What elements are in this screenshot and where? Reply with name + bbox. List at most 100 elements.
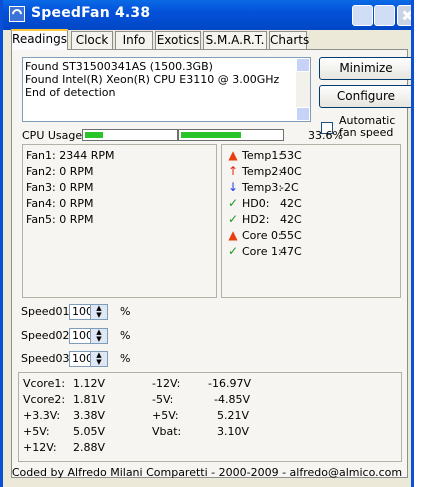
minimize-window-button[interactable] — [352, 5, 373, 26]
voltage-label: +5V: — [152, 409, 179, 422]
speed02-label: Speed02: — [21, 329, 74, 342]
temp-row: ✓ Core 1: 47C — [222, 245, 400, 259]
log-line: End of detection — [25, 86, 116, 99]
speed03-label: Speed03: — [21, 352, 74, 365]
voltage-label: -5V: — [152, 393, 174, 406]
temp-row: ✓ HD2: 42C — [222, 213, 400, 227]
fan-label: Fan5: — [26, 213, 56, 226]
cpu-usage-label: CPU Usage — [22, 129, 83, 142]
voltage-value: 2.88V — [73, 441, 106, 454]
desktop-edge — [414, 0, 422, 487]
fan-label: Fan3: — [26, 181, 56, 194]
automatic-fan-speed-label: Automatic fan speed — [339, 114, 396, 139]
speed01-spinner[interactable]: 100 ▲ ▼ — [69, 304, 108, 320]
fan-label: Fan2: — [26, 165, 56, 178]
cpu-usage-percent: 33.6% — [308, 129, 343, 142]
temp-label: Temp1: — [242, 149, 283, 162]
scroll-up-icon[interactable] — [296, 58, 310, 72]
voltage-value: 3.38V — [73, 409, 106, 422]
voltage-value: -16.97V — [208, 377, 251, 390]
temp-value: 47C — [280, 245, 302, 258]
fan-row: Fan5: 0 RPM — [26, 213, 94, 226]
temperatures-box: ▲ Temp1: 53C ↑ Temp2: 40C ↓ Temp3: -2C ✓… — [221, 144, 401, 298]
speed02-unit: % — [120, 329, 131, 342]
temp-value: 42C — [280, 213, 302, 226]
temp-label: HD2: — [242, 213, 270, 226]
footer-credits: Coded by Alfredo Milani Comparetti - 200… — [11, 466, 403, 479]
voltage-label: Vcore2: — [23, 393, 66, 406]
temp-value: -2C — [280, 181, 299, 194]
tab-exotics[interactable]: Exotics — [155, 31, 201, 49]
scroll-down-icon[interactable] — [296, 107, 310, 121]
close-window-button[interactable] — [397, 5, 411, 26]
tab-smart[interactable]: S.M.A.R.T. — [203, 31, 267, 49]
log-line: Found Intel(R) Xeon(R) CPU E3110 @ 3.00G… — [25, 73, 280, 86]
voltage-label: Vcore1: — [23, 377, 66, 390]
voltage-label: +5V: — [23, 425, 50, 438]
cpu-usage-fill — [85, 132, 103, 138]
configure-button[interactable]: Configure — [319, 85, 411, 108]
fan-value: 0 RPM — [59, 197, 94, 210]
voltage-value: 5.21V — [217, 409, 250, 422]
fan-row: Fan4: 0 RPM — [26, 197, 94, 210]
checkmark-icon: ✓ — [227, 196, 239, 210]
temp-label: HD0: — [242, 197, 270, 210]
fan-row: Fan1: 2344 RPM — [26, 149, 115, 162]
log-scrollbar[interactable] — [296, 58, 310, 121]
voltage-label: Vbat: — [152, 425, 182, 438]
speed03-unit: % — [120, 352, 131, 365]
speed03-spinner[interactable]: 100 ▲ ▼ — [69, 351, 108, 367]
voltage-label: +3.3V: — [23, 409, 61, 422]
temp-row: ↓ Temp3: -2C — [222, 181, 400, 195]
arrow-up-icon: ↑ — [227, 164, 239, 178]
tab-charts[interactable]: Charts — [269, 31, 309, 49]
tab-info[interactable]: Info — [115, 31, 153, 49]
voltage-value: 3.10V — [217, 425, 250, 438]
voltage-value: -4.85V — [214, 393, 250, 406]
spin-arrows-icon[interactable]: ▲ ▼ — [90, 329, 107, 343]
fan-label: Fan4: — [26, 197, 56, 210]
temp-label: Temp3: — [242, 181, 283, 194]
fans-box: Fan1: 2344 RPM Fan2: 0 RPM Fan3: 0 RPM F… — [22, 144, 217, 298]
temp-value: 53C — [280, 149, 302, 162]
speedfan-app-icon — [9, 6, 25, 22]
checkmark-icon: ✓ — [227, 212, 239, 226]
maximize-window-button[interactable] — [374, 5, 395, 26]
fan-label: Fan1: — [26, 149, 56, 162]
title-bar[interactable]: SpeedFan 4.38 — [3, 0, 411, 30]
arrow-down-icon: ↓ — [227, 180, 239, 194]
voltage-label: +12V: — [23, 441, 57, 454]
cpu-usage-fill — [181, 132, 241, 138]
fan-row: Fan3: 0 RPM — [26, 181, 94, 194]
voltage-label: -12V: — [152, 377, 181, 390]
tab-readings[interactable]: Readings — [11, 29, 68, 50]
temp-row: ▲ Core 0: 55C — [222, 229, 400, 243]
temp-row: ↑ Temp2: 40C — [222, 165, 400, 179]
readings-panel: Found ST31500341AS (1500.3GB) Found Inte… — [11, 49, 411, 478]
speed02-spinner[interactable]: 100 ▲ ▼ — [69, 328, 108, 344]
minimize-button[interactable]: Minimize — [319, 57, 411, 80]
temp-row: ✓ HD0: 42C — [222, 197, 400, 211]
spin-arrows-icon[interactable]: ▲ ▼ — [90, 305, 107, 319]
fan-value: 0 RPM — [59, 165, 94, 178]
voltage-value: 1.12V — [73, 377, 106, 390]
detection-log[interactable]: Found ST31500341AS (1500.3GB) Found Inte… — [22, 57, 311, 122]
temp-value: 42C — [280, 197, 302, 210]
fan-value: 0 RPM — [59, 181, 94, 194]
speed01-label: Speed01: — [21, 305, 74, 318]
fan-value: 2344 RPM — [59, 149, 115, 162]
log-line: Found ST31500341AS (1500.3GB) — [25, 60, 213, 73]
temp-row: ▲ Temp1: 53C — [222, 149, 400, 163]
flame-icon: ▲ — [228, 228, 238, 242]
temp-label: Core 0: — [242, 229, 282, 242]
voltage-value: 1.81V — [73, 393, 106, 406]
cpu-usage-bar-core0 — [82, 129, 178, 141]
checkmark-icon: ✓ — [227, 244, 239, 258]
speedfan-window: SpeedFan 4.38 Readings Clock Info Exotic… — [0, 0, 414, 487]
spin-arrows-icon[interactable]: ▲ ▼ — [90, 352, 107, 366]
temp-value: 55C — [280, 229, 302, 242]
temp-value: 40C — [280, 165, 302, 178]
voltages-box: Vcore1: 1.12V Vcore2: 1.81V +3.3V: 3.38V… — [18, 372, 402, 462]
temp-label: Temp2: — [242, 165, 283, 178]
tab-clock[interactable]: Clock — [71, 31, 113, 49]
